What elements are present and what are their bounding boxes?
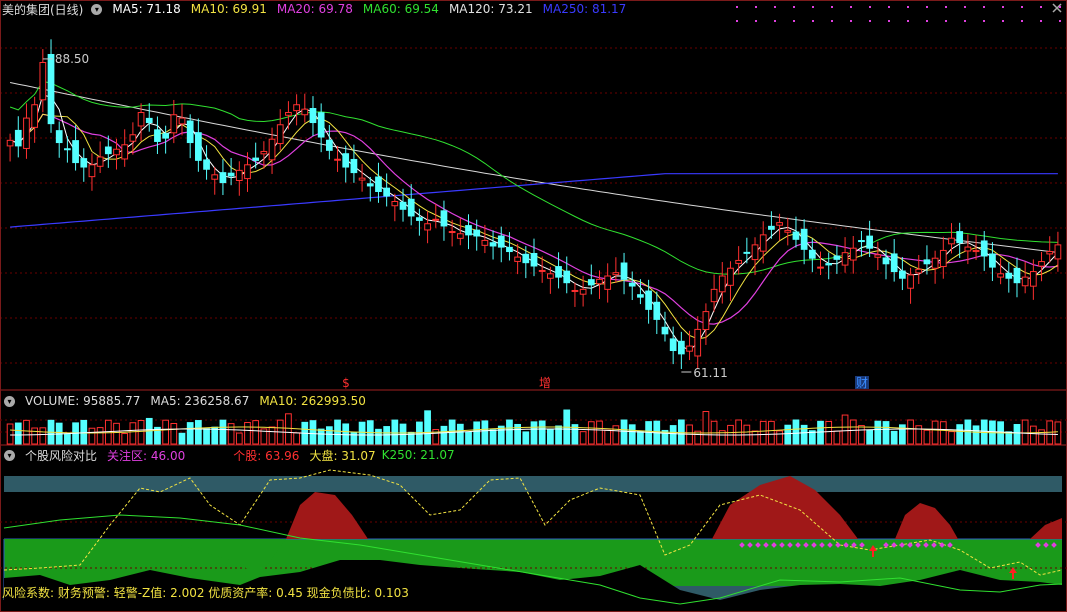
price-chart: 88.50 61.11 $ 增 财 bbox=[0, 0, 1067, 612]
risk-focus: 关注区: 46.00 bbox=[107, 448, 186, 463]
risk-title: 个股风险对比 bbox=[25, 448, 98, 463]
event-marker-2: 财 bbox=[856, 376, 868, 390]
risk-dropdown-icon[interactable]: ▾ bbox=[4, 449, 15, 461]
risk-market: 大盘: 31.07 bbox=[309, 448, 376, 463]
risk-stock: 个股: 63.96 bbox=[233, 448, 300, 463]
risk-footer: 风险系数: 财务预警: 轻警-Z值: 2.002 优质资产率: 0.45 现金负… bbox=[2, 586, 409, 600]
event-marker-1: 增 bbox=[539, 376, 551, 390]
volume-title: VOLUME: 95885.77 bbox=[25, 394, 141, 408]
risk-k250: K250: 21.07 bbox=[381, 448, 455, 462]
low-label: 61.11 bbox=[693, 366, 727, 380]
volume-ma5: MA5: 236258.67 bbox=[150, 394, 250, 408]
volume-header: ▾ VOLUME: 95885.77 MA5: 236258.67 MA10: … bbox=[0, 392, 376, 410]
volume-ma10: MA10: 262993.50 bbox=[259, 394, 366, 408]
candles bbox=[6, 39, 1062, 369]
volume-dropdown-icon[interactable]: ▾ bbox=[4, 395, 15, 407]
risk-header: ▾ 个股风险对比 关注区: 46.00 个股: 63.96 大盘: 31.07 … bbox=[0, 446, 465, 464]
high-label: 88.50 bbox=[55, 52, 89, 66]
event-marker-0: $ bbox=[342, 376, 350, 390]
